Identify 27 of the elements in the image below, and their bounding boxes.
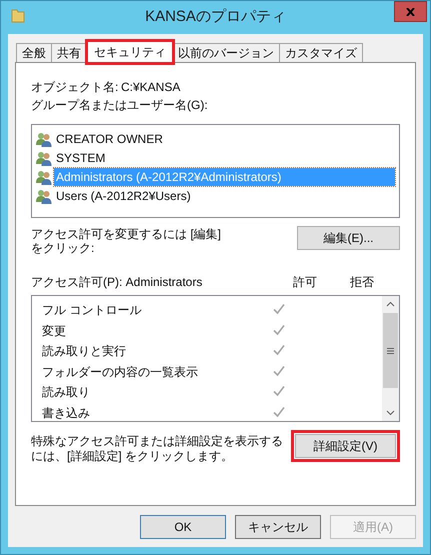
permission-name: フォルダーの内容の一覧表示: [42, 364, 199, 381]
advanced-hint: 特殊なアクセス許可または詳細設定を表示するには、[詳細設定] をクリックします。: [31, 433, 284, 464]
permission-name: 変更: [42, 322, 67, 340]
tab[interactable]: セキュリティ: [87, 41, 173, 63]
tab[interactable]: 共有: [51, 43, 87, 62]
permission-name: フル コントロール: [42, 302, 142, 320]
group-list-label: グループ名またはユーザー名(G):: [31, 97, 209, 114]
window-title: KANSAのプロパティ: [145, 7, 286, 28]
edit-button[interactable]: 編集(E)...: [297, 226, 400, 250]
deny-header: 拒否: [350, 274, 374, 291]
user-list[interactable]: CREATOR OWNER SYSTEM Administrators (A-2012R2¥Administrators) Users (A-2012R2¥Users): [31, 124, 400, 218]
tab[interactable]: 全般: [16, 43, 52, 62]
permission-name: 読み取り: [42, 384, 91, 402]
user-list-item[interactable]: CREATOR OWNER: [54, 130, 165, 148]
allow-header: 許可: [293, 274, 318, 291]
tab[interactable]: カスタマイズ: [279, 43, 363, 62]
dialog-button[interactable]: OK: [140, 515, 226, 539]
edit-hint: アクセス許可を変更するには [編集] をクリック:: [31, 226, 222, 257]
permission-name: 読み取りと実行: [42, 343, 127, 360]
permissions-label: アクセス許可(P): Administrators: [31, 274, 204, 291]
dialog-button[interactable]: キャンセル: [235, 515, 321, 539]
advanced-button[interactable]: 詳細設定(V): [295, 434, 396, 458]
user-list-item[interactable]: Users (A-2012R2¥Users): [54, 186, 193, 204]
permission-name: 書き込み: [42, 404, 91, 421]
user-list-item[interactable]: SYSTEM: [54, 148, 108, 166]
object-name-label: オブジェクト名:: [31, 79, 120, 96]
object-name-value: C:¥KANSA: [121, 79, 180, 96]
